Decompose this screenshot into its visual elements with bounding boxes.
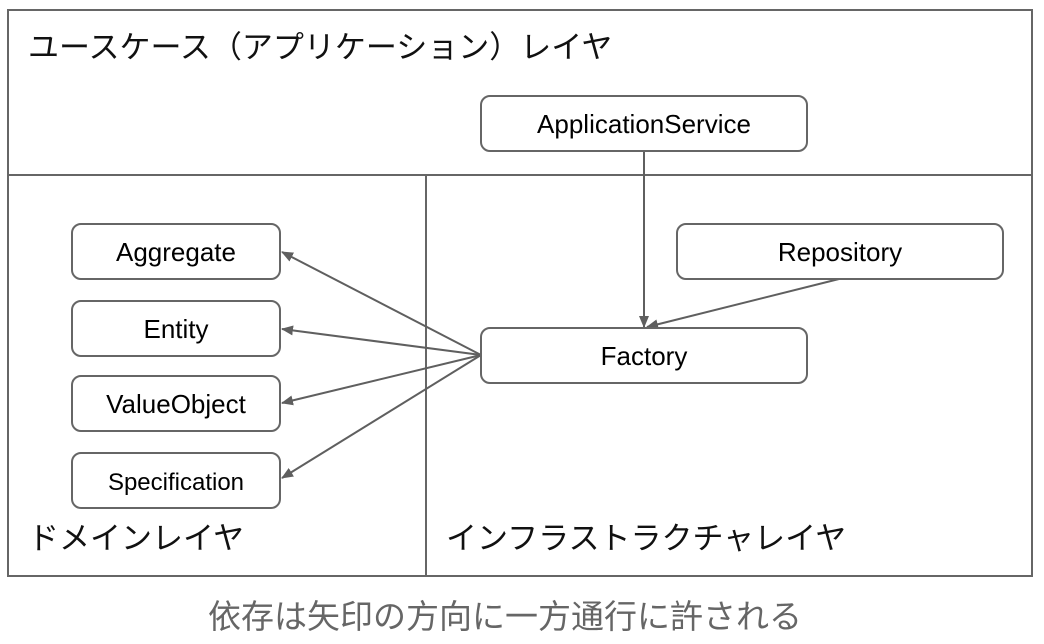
node-application-service: ApplicationService [480, 95, 808, 152]
value-object-label: ValueObject [106, 389, 246, 419]
node-value-object: ValueObject [71, 375, 281, 432]
arrow-factory-to-entity [281, 325, 482, 356]
arrow-factory-to-specification [281, 354, 482, 479]
architecture-diagram: ユースケース（アプリケーション）レイヤ ドメインレイヤ インフラストラクチャレイ… [7, 9, 1033, 636]
usecase-layer-label: ユースケース（アプリケーション）レイヤ [28, 30, 612, 66]
node-specification: Specification [71, 452, 281, 509]
dependency-arrows [281, 151, 840, 479]
factory-label: Factory [601, 341, 688, 371]
node-entity: Entity [71, 300, 281, 357]
repository-label: Repository [778, 237, 902, 267]
arrow-repository-to-factory [646, 278, 840, 330]
specification-label: Specification [108, 469, 244, 496]
node-aggregate: Aggregate [71, 223, 281, 280]
arrow-factory-to-valueobject [281, 354, 482, 406]
diagram-caption: 依存は矢印の方向に一方通行に許される [208, 597, 802, 636]
aggregate-label: Aggregate [116, 237, 236, 267]
arrow-factory-to-aggregate [281, 251, 482, 356]
domain-layer-label: ドメインレイヤ [28, 521, 244, 557]
node-repository: Repository [676, 223, 1004, 280]
node-factory: Factory [480, 327, 808, 384]
infrastructure-layer-label: インフラストラクチャレイヤ [446, 521, 846, 557]
entity-label: Entity [143, 314, 208, 344]
application-service-label: ApplicationService [537, 109, 751, 139]
